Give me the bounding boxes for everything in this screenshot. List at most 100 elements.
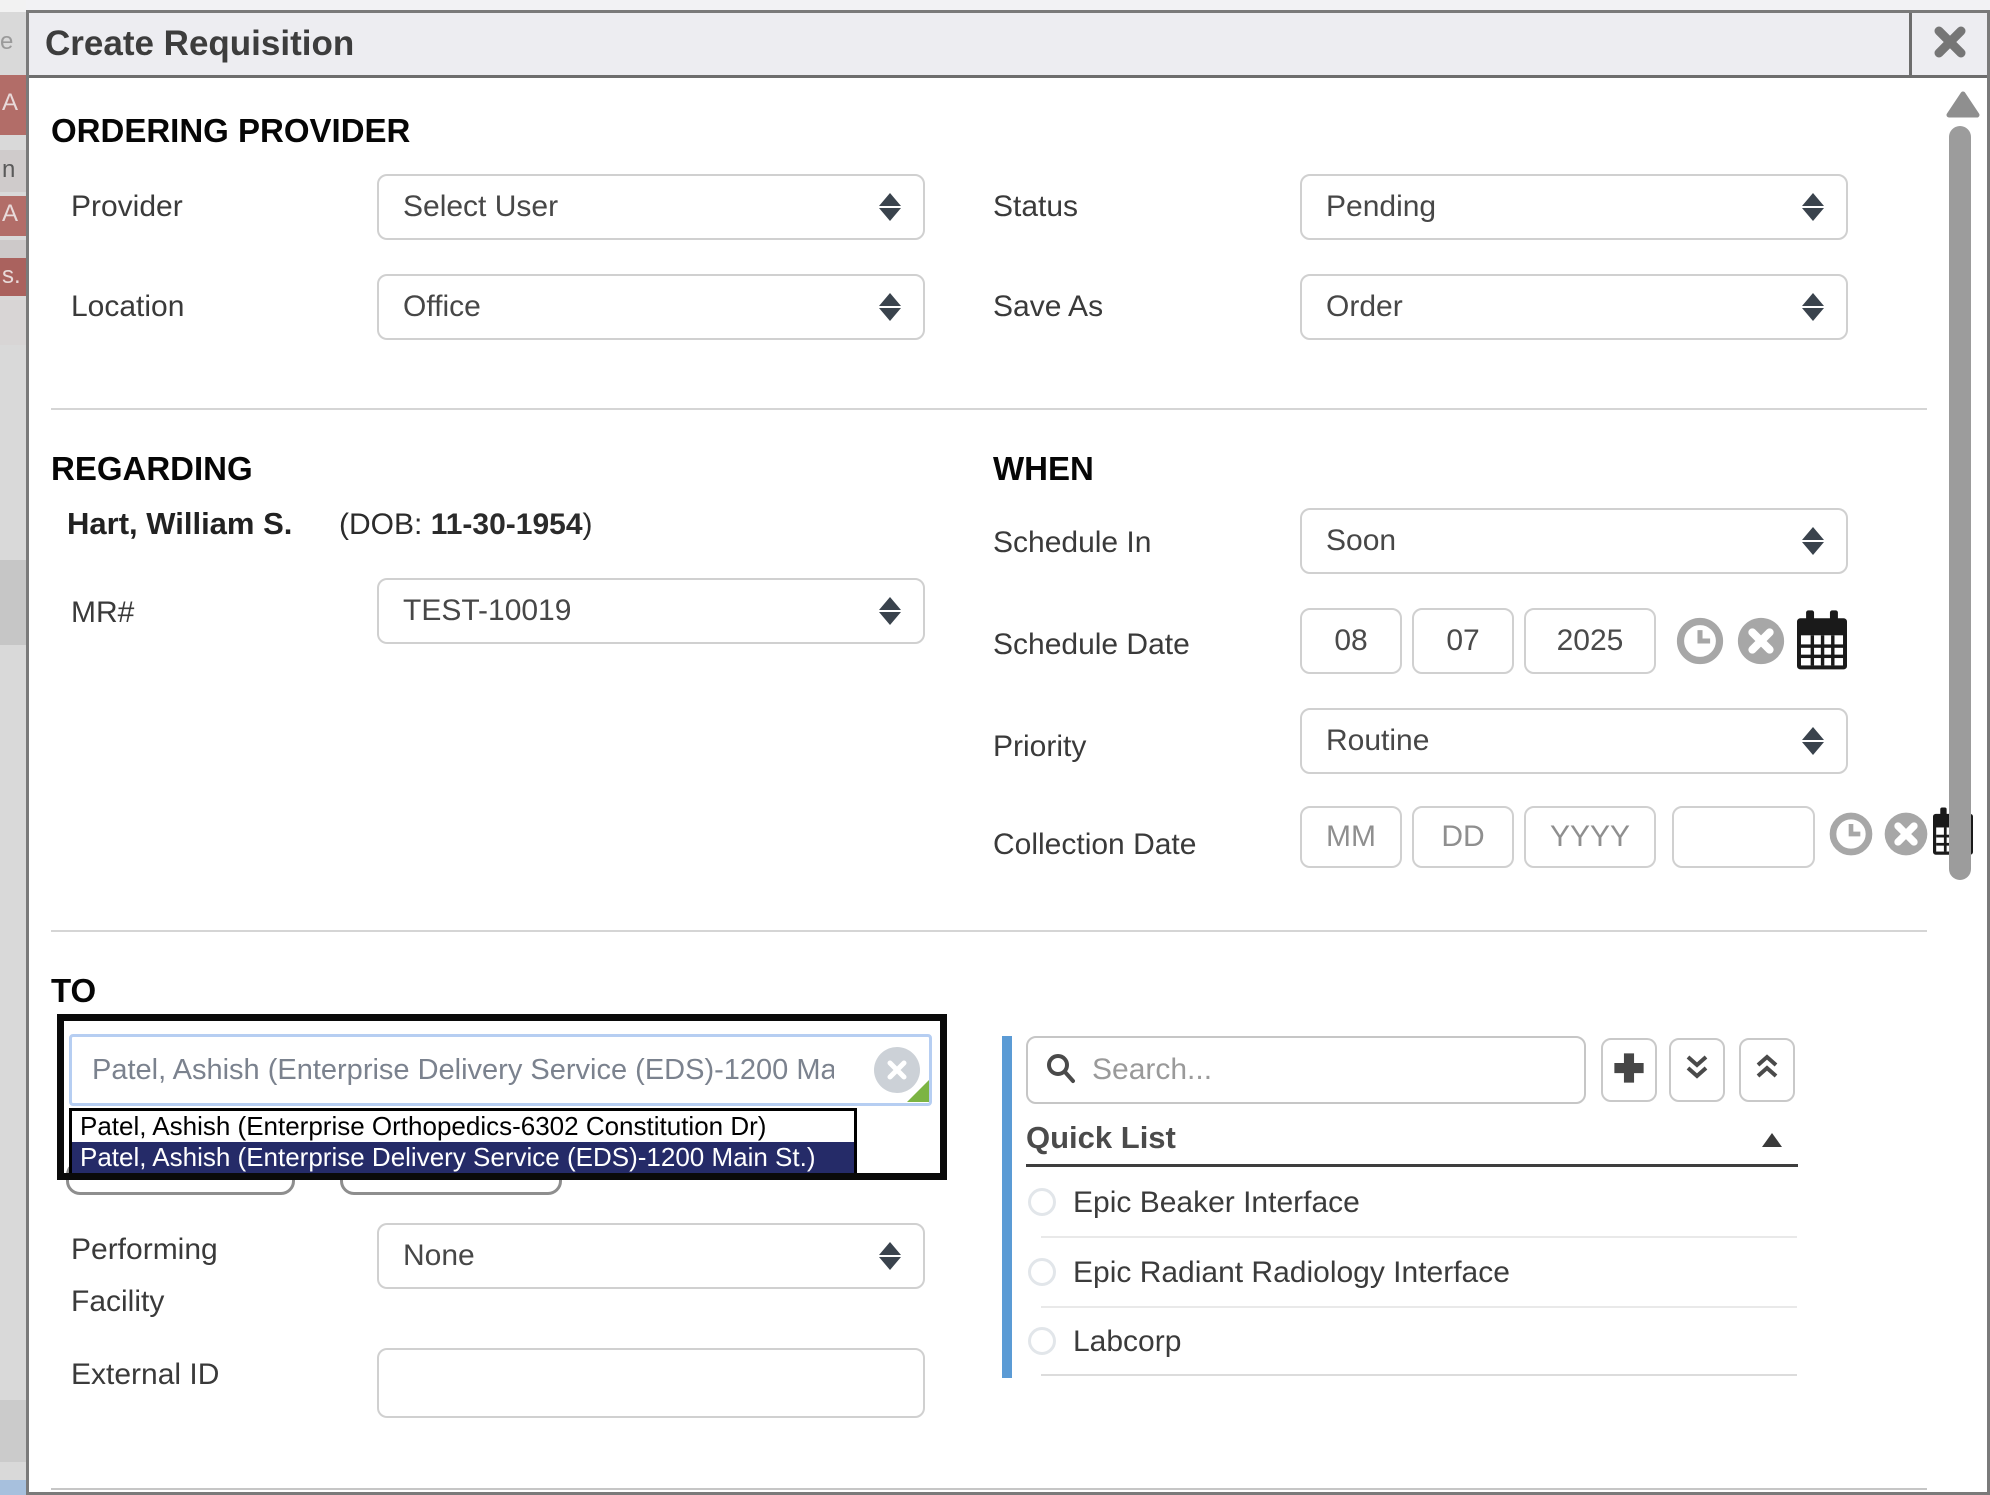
background-block: s. (0, 258, 26, 296)
recipient-suggestion-list: Patel, Ashish (Enterprise Orthopedics-63… (69, 1108, 857, 1176)
quick-list-divider (1026, 1164, 1798, 1167)
close-icon (1931, 23, 1969, 66)
priority-select-value: Routine (1326, 724, 1429, 758)
provider-label: Provider (71, 190, 183, 224)
directory-search-input[interactable] (1090, 1052, 1584, 1088)
schedule-year-input[interactable] (1524, 608, 1656, 674)
provider-select[interactable]: Select User (377, 174, 925, 240)
schedule-calendar-icon[interactable] (1797, 610, 1847, 672)
patient-line: Hart, William S. (DOB: 11-30-1954) (67, 506, 593, 542)
select-caret-icon (1802, 525, 1824, 557)
collection-time-input[interactable] (1672, 806, 1815, 868)
schedule-in-label: Schedule In (993, 526, 1151, 560)
status-select[interactable]: Pending (1300, 174, 1848, 240)
background-block (0, 560, 26, 645)
mr-select-value: TEST-10019 (403, 594, 571, 628)
patient-dob: (DOB: 11-30-1954) (339, 508, 593, 541)
background-block: A (0, 196, 26, 236)
collapse-all-button[interactable] (1739, 1038, 1795, 1102)
schedule-in-select-value: Soon (1326, 524, 1396, 558)
external-id-label: External ID (71, 1358, 219, 1392)
section-divider (51, 930, 1927, 932)
schedule-date-label: Schedule Date (993, 628, 1190, 662)
collapse-section-icon[interactable] (1761, 1132, 1783, 1148)
collection-month-input[interactable] (1300, 806, 1402, 868)
bottom-divider (51, 1488, 1927, 1490)
close-button[interactable] (1909, 13, 1987, 75)
scrollbar-thumb[interactable] (1949, 126, 1971, 880)
select-caret-icon (879, 1240, 901, 1272)
list-divider (1041, 1236, 1797, 1238)
select-caret-icon (1802, 291, 1824, 323)
select-caret-icon (879, 595, 901, 627)
expand-all-button[interactable] (1669, 1038, 1725, 1102)
list-divider (1041, 1306, 1797, 1308)
modal-header: Create Requisition (29, 13, 1987, 78)
collection-day-input[interactable] (1412, 806, 1514, 868)
background-block: A (0, 75, 26, 135)
quick-list-heading: Quick List (1026, 1120, 1176, 1156)
accent-bar (1002, 1036, 1012, 1378)
location-select[interactable]: Office (377, 274, 925, 340)
schedule-day-input[interactable] (1412, 608, 1514, 674)
when-heading: WHEN (993, 450, 1094, 488)
to-heading: TO (51, 972, 96, 1010)
double-chevron-up-icon (1751, 1052, 1783, 1089)
collection-date-label: Collection Date (993, 828, 1196, 862)
radio-icon (1028, 1188, 1056, 1216)
select-caret-icon (1802, 191, 1824, 223)
double-chevron-down-icon (1681, 1052, 1713, 1089)
search-icon (1044, 1051, 1078, 1090)
select-caret-icon (879, 191, 901, 223)
radio-icon (1028, 1258, 1056, 1286)
save-as-select[interactable]: Order (1300, 274, 1848, 340)
background-block (0, 1480, 26, 1495)
plus-icon (1611, 1050, 1647, 1091)
performing-facility-label: Performing Facility (71, 1224, 301, 1328)
add-recipient-button[interactable] (1601, 1038, 1657, 1102)
collection-year-input[interactable] (1524, 806, 1656, 868)
schedule-month-input[interactable] (1300, 608, 1402, 674)
provider-select-value: Select User (403, 190, 558, 224)
save-as-select-value: Order (1326, 290, 1403, 324)
performing-facility-select[interactable]: None (377, 1223, 925, 1289)
resize-handle-icon[interactable] (907, 1080, 929, 1102)
regarding-heading: REGARDING (51, 450, 253, 488)
background-block (0, 300, 26, 345)
background-block: n (0, 150, 26, 192)
ordering-provider-heading: ORDERING PROVIDER (51, 112, 410, 150)
background-block (0, 0, 26, 12)
mr-label: MR# (71, 596, 134, 630)
recipient-search-input[interactable] (69, 1034, 932, 1106)
select-caret-icon (1802, 725, 1824, 757)
background-block (0, 1400, 26, 1462)
screen: e A n A s. Create Requisition ORDERING P… (0, 0, 1990, 1495)
mr-select[interactable]: TEST-10019 (377, 578, 925, 644)
location-label: Location (71, 290, 184, 324)
schedule-date-clear-icon[interactable] (1735, 615, 1787, 667)
collection-time-clock-icon[interactable] (1827, 810, 1875, 858)
scrollbar-up-arrow[interactable] (1945, 90, 1981, 118)
directory-search-box (1026, 1036, 1586, 1104)
location-select-value: Office (403, 290, 481, 324)
suggestion-item-selected[interactable]: Patel, Ashish (Enterprise Delivery Servi… (72, 1142, 854, 1173)
suggestion-item[interactable]: Patel, Ashish (Enterprise Orthopedics-63… (72, 1111, 854, 1142)
background-block (0, 240, 26, 258)
radio-icon (1028, 1327, 1056, 1355)
collection-date-clear-icon[interactable] (1882, 810, 1930, 858)
external-id-input[interactable] (377, 1348, 925, 1418)
background-text-fragment: e (0, 28, 13, 56)
priority-select[interactable]: Routine (1300, 708, 1848, 774)
list-divider (1041, 1374, 1797, 1376)
schedule-time-clock-icon[interactable] (1674, 615, 1726, 667)
priority-label: Priority (993, 730, 1086, 764)
modal-title: Create Requisition (29, 24, 1909, 64)
section-divider (51, 408, 1927, 410)
save-as-label: Save As (993, 290, 1103, 324)
patient-name: Hart, William S. (67, 506, 292, 541)
create-requisition-modal: Create Requisition ORDERING PROVIDER Pro… (26, 10, 1990, 1495)
background-page-edge: e A n A s. (0, 0, 26, 1495)
performing-facility-select-value: None (403, 1239, 475, 1273)
schedule-in-select[interactable]: Soon (1300, 508, 1848, 574)
select-caret-icon (879, 291, 901, 323)
